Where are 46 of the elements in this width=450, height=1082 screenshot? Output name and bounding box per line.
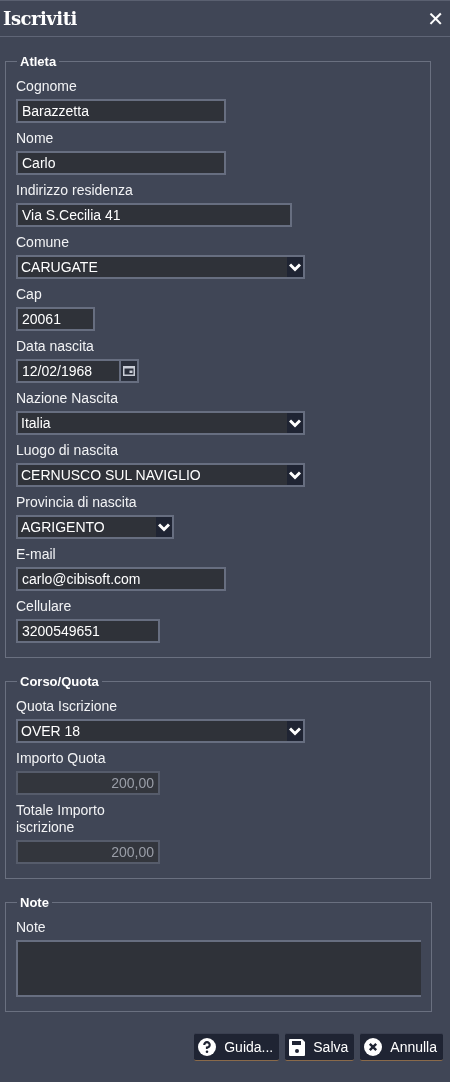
- cancel-button[interactable]: Annulla: [360, 1033, 443, 1061]
- dialog-title: Iscriviti: [3, 8, 77, 29]
- input-field[interactable]: 20061: [16, 307, 95, 331]
- input-field[interactable]: Carlo: [16, 151, 226, 175]
- field-label: Quota Iscrizione: [16, 698, 118, 715]
- field-label: Cellulare: [16, 598, 72, 615]
- group-title: Corso/Quota: [19, 674, 100, 689]
- dropdown[interactable]: OVER 18: [16, 719, 305, 743]
- date-field[interactable]: 12/02/1968: [16, 359, 121, 383]
- field-label: Data nascita: [16, 338, 94, 355]
- chevron-down-icon[interactable]: [156, 517, 172, 537]
- input-field[interactable]: 3200549651: [16, 619, 160, 643]
- chevron-down-icon[interactable]: [287, 465, 303, 485]
- field-label: Cap: [16, 286, 42, 303]
- field-label: Totale Importo iscrizione: [16, 802, 106, 836]
- input-field[interactable]: Via S.Cecilia 41: [16, 203, 292, 227]
- dropdown[interactable]: AGRIGENTO: [16, 515, 174, 539]
- help-button[interactable]: Guida...: [194, 1033, 280, 1061]
- input-field[interactable]: Barazzetta: [16, 99, 226, 123]
- chevron-down-icon[interactable]: [287, 413, 303, 433]
- dropdown[interactable]: CARUGATE: [16, 255, 305, 279]
- close-button[interactable]: ✕: [425, 6, 446, 31]
- field-label: Nazione Nascita: [16, 390, 118, 407]
- group-title: Note: [19, 895, 50, 910]
- input-field: 200,00: [16, 840, 160, 864]
- input-field[interactable]: carlo@cibisoft.com: [16, 567, 226, 591]
- notes-field[interactable]: [16, 940, 421, 997]
- field-label: Note: [16, 919, 46, 936]
- save-button[interactable]: Salva: [285, 1033, 355, 1061]
- field-label: E-mail: [16, 546, 56, 563]
- dropdown[interactable]: Italia: [16, 411, 305, 435]
- close-circle-icon: [364, 1038, 383, 1056]
- field-label: Luogo di nascita: [16, 442, 118, 459]
- field-label: Indirizzo residenza: [16, 182, 133, 199]
- dropdown[interactable]: CERNUSCO SUL NAVIGLIO: [16, 463, 305, 487]
- question-icon: [198, 1038, 217, 1056]
- input-field: 200,00: [16, 771, 160, 795]
- chevron-down-icon[interactable]: [287, 721, 303, 741]
- field-label: Comune: [16, 234, 69, 251]
- chevron-down-icon[interactable]: [287, 257, 303, 277]
- field-label: Importo Quota: [16, 750, 106, 767]
- field-label: Provincia di nascita: [16, 494, 137, 511]
- calendar-icon[interactable]: [121, 359, 139, 383]
- group-title: Atleta: [19, 54, 58, 69]
- field-label: Cognome: [16, 78, 77, 95]
- field-label: Nome: [16, 130, 54, 147]
